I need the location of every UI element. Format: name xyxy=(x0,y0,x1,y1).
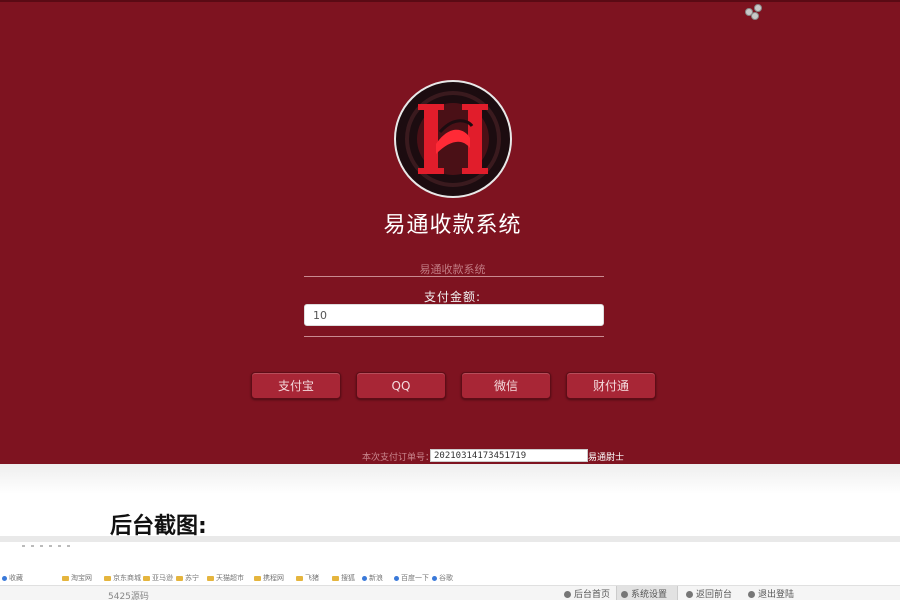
order-number-label: 本次支付订单号： xyxy=(362,453,435,463)
bookmark-item[interactable]: 搜狐 xyxy=(332,573,355,583)
bookmark-item[interactable]: 京东商城 xyxy=(104,573,141,583)
amount-input[interactable] xyxy=(304,304,604,326)
window-control-dots[interactable] xyxy=(745,4,762,20)
tenpay-button[interactable]: 财付通 xyxy=(566,372,656,399)
globe-icon xyxy=(394,575,399,581)
globe-icon xyxy=(362,575,367,581)
bookmark-item[interactable]: 百度一下 xyxy=(394,573,429,583)
bookmark-item[interactable]: 淘宝网 xyxy=(62,573,92,583)
dot-icon xyxy=(754,4,762,12)
home-icon xyxy=(564,591,571,598)
bookmark-item[interactable]: 新浪 xyxy=(362,573,383,583)
app-title: 易通收款系统 xyxy=(383,213,522,238)
bookmark-item[interactable]: 天猫超市 xyxy=(207,573,244,583)
folder-icon xyxy=(207,575,214,581)
tab-logout[interactable]: 退出登陆 xyxy=(744,586,804,600)
payment-panel: 易通收款系统 易通收款系统 支付金额: 支付宝 QQ 微信 财付通 本次支付订单… xyxy=(0,0,900,464)
screenshot-root: 易通收款系统 易通收款系统 支付金额: 支付宝 QQ 微信 财付通 本次支付订单… xyxy=(0,0,900,600)
section-divider xyxy=(0,536,900,542)
admin-top-bar: 5425源码 后台首页 系统设置 返回前台 退出登陆 xyxy=(0,585,900,600)
folder-icon xyxy=(143,575,150,581)
globe-icon xyxy=(432,575,437,581)
arrow-up-icon xyxy=(686,591,693,598)
order-number-field[interactable] xyxy=(430,449,588,462)
divider-top xyxy=(304,276,604,277)
star-icon xyxy=(2,575,7,581)
tab-system-settings[interactable]: 系统设置 xyxy=(616,586,678,600)
folder-icon xyxy=(296,575,303,581)
bookmark-item[interactable]: 携程网 xyxy=(254,573,284,583)
bookmark-item[interactable]: 谷歌 xyxy=(432,573,453,583)
tab-return-frontend[interactable]: 返回前台 xyxy=(682,586,742,600)
app-subtitle: 易通收款系统 xyxy=(419,263,486,276)
panel-top-border xyxy=(0,0,900,2)
refresh-icon xyxy=(748,591,755,598)
folder-icon xyxy=(104,575,111,581)
folder-icon xyxy=(254,575,261,581)
bookmark-bar: 收藏 淘宝网 京东商城 亚马逊 苏宁 天猫超市 携程网 飞猪 搜狐 新浪 百度一… xyxy=(0,573,470,583)
dot-icon xyxy=(751,12,759,20)
amount-label: 支付金额: xyxy=(423,290,482,304)
admin-logo: 5425源码 xyxy=(108,592,149,600)
folder-icon xyxy=(332,575,339,581)
wechat-pay-button[interactable]: 微信 xyxy=(461,372,551,399)
folder-icon xyxy=(176,575,183,581)
brand-name: 易通尉士 xyxy=(588,453,625,463)
folder-icon xyxy=(62,575,69,581)
alipay-button[interactable]: 支付宝 xyxy=(251,372,341,399)
bookmark-item[interactable]: 亚马逊 xyxy=(143,573,173,583)
gear-icon xyxy=(621,591,628,598)
panel-shadow xyxy=(0,464,900,494)
tab-admin-home[interactable]: 后台首页 xyxy=(560,586,616,600)
qq-pay-button[interactable]: QQ xyxy=(356,372,446,399)
divider-bottom xyxy=(304,336,604,337)
h-emblem-icon xyxy=(394,80,512,198)
bookmark-item[interactable]: 收藏 xyxy=(2,573,23,583)
bookmark-item[interactable]: 飞猪 xyxy=(296,573,319,583)
bookmark-item[interactable]: 苏宁 xyxy=(176,573,199,583)
